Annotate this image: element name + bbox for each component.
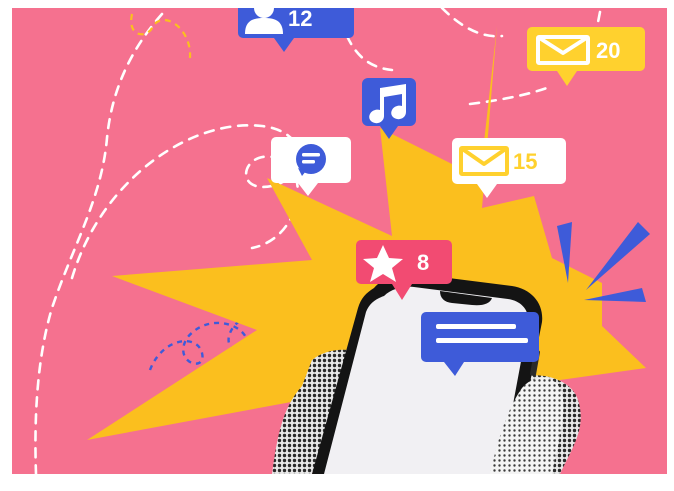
illustration-canvas: 12 20 15 8	[0, 0, 674, 491]
mail-mid-count: 15	[513, 149, 537, 174]
mail-top-count: 20	[596, 38, 620, 63]
scene-svg: 12 20 15 8	[12, 8, 667, 474]
favorites-count: 8	[417, 250, 429, 275]
social-notifications-scene: 12 20 15 8	[12, 8, 667, 474]
followers-count: 12	[288, 8, 312, 31]
